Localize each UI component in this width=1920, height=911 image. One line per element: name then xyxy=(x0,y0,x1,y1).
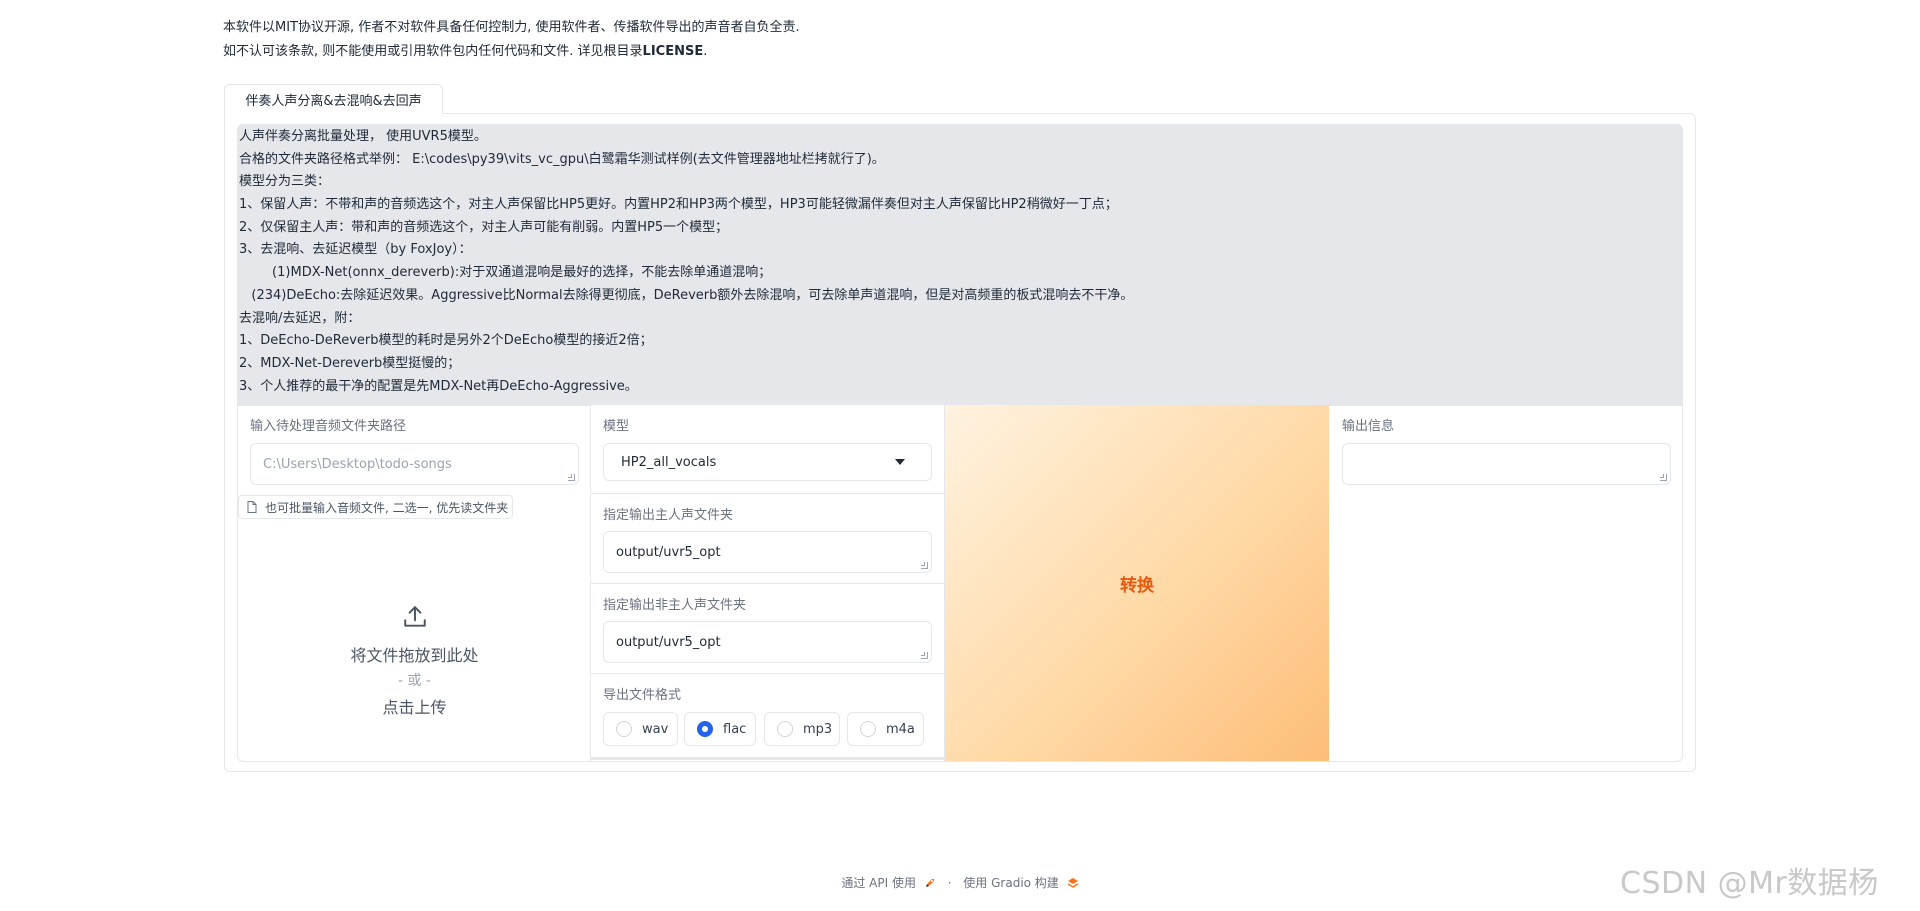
model-label: 模型 xyxy=(603,419,630,434)
resize-handle-icon[interactable] xyxy=(568,474,575,481)
format-label: 导出文件格式 xyxy=(603,688,682,703)
file-icon xyxy=(247,501,257,513)
csdn-watermark: CSDN @Mr数据杨 xyxy=(1620,866,1879,901)
input-dir-placeholder: C:\Users\Desktop\todo-songs xyxy=(263,456,452,472)
format-option-wav[interactable]: wav xyxy=(603,712,678,746)
disclaimer-line-2-end: . xyxy=(703,44,708,59)
info-line: 去混响/去延迟，附： xyxy=(239,310,361,326)
disclaimer: 本软件以MIT协议开源, 作者不对软件具备任何控制力, 使用软件者、传播软件导出… xyxy=(223,16,800,64)
resize-handle-icon[interactable] xyxy=(1660,474,1667,481)
rocket-icon xyxy=(925,878,934,887)
info-line: 1、DeEcho-DeReverb模型的耗时是另外2个DeEcho模型的接近2倍… xyxy=(239,333,653,349)
ins-output-block: 指定输出非主人声文件夹 output/uvr5_opt xyxy=(591,584,944,674)
vocal-output-value: output/uvr5_opt xyxy=(616,544,721,560)
resize-handle-icon[interactable] xyxy=(921,562,928,569)
dropdown-arrow-icon xyxy=(895,459,905,465)
upload-hint-badge: 也可批量输入音频文件, 二选一, 优先读文件夹 xyxy=(238,495,513,519)
ins-output-value: output/uvr5_opt xyxy=(616,634,721,650)
convert-button[interactable]: 转换 xyxy=(945,405,1329,761)
output-info-field[interactable] xyxy=(1342,443,1671,485)
license-text: LICENSE xyxy=(642,44,704,59)
click-upload-text: 点击上传 xyxy=(382,698,447,717)
info-line: 1、保留人声：不带和声的音频选这个，对主人声保留比HP5更好。内置HP2和HP3… xyxy=(239,197,1118,213)
disclaimer-line-2-text: 如不认可该条款, 则不能使用或引用软件包内任何代码和文件. 详见根目录 xyxy=(223,44,643,59)
info-line: 合格的文件夹路径格式举例： E:\codes\py39\vits_vc_gpu\… xyxy=(239,151,885,167)
format-option-label: m4a xyxy=(886,721,915,737)
or-text: - 或 - xyxy=(397,673,431,689)
radio-circle-icon xyxy=(616,721,632,737)
info-line: 3、个人推荐的最干净的配置是先MDX-Net再DeEcho-Aggressive… xyxy=(239,378,638,394)
output-info-column: 输出信息 xyxy=(1330,405,1682,761)
info-line: 3、去混响、去延迟模型（by FoxJoy）： xyxy=(239,242,472,258)
format-option-mp3[interactable]: mp3 xyxy=(764,712,840,746)
gradio-logo-icon xyxy=(1067,877,1079,888)
radio-selected-icon xyxy=(697,721,713,737)
format-option-label: flac xyxy=(723,721,747,737)
info-line: 模型分为三类： xyxy=(239,174,331,190)
format-block: 导出文件格式 wav flac mp3 m4a xyxy=(591,674,944,760)
radio-circle-icon xyxy=(860,721,876,737)
instructions-block: 人声伴奏分离批量处理， 使用UVR5模型。 合格的文件夹路径格式举例： E:\c… xyxy=(237,124,1683,406)
format-option-label: mp3 xyxy=(803,721,833,737)
info-line: (234)DeEcho:去除延迟效果。Aggressive比Normal去除得更… xyxy=(239,287,1134,303)
resize-handle-icon[interactable] xyxy=(921,652,928,659)
output-info-label: 输出信息 xyxy=(1342,419,1395,434)
input-dir-label: 输入待处理音频文件夹路径 xyxy=(250,419,407,434)
drop-text: 将文件拖放到此处 xyxy=(350,646,479,665)
vocal-output-label: 指定输出主人声文件夹 xyxy=(603,508,734,523)
disclaimer-line-1: 本软件以MIT协议开源, 作者不对软件具备任何控制力, 使用软件者、传播软件导出… xyxy=(223,20,800,35)
disclaimer-line-2: 如不认可该条款, 则不能使用或引用软件包内任何代码和文件. 详见根目录LICEN… xyxy=(223,40,800,64)
upload-hint-text: 也可批量输入音频文件, 二选一, 优先读文件夹 xyxy=(265,500,509,515)
upload-icon xyxy=(403,606,426,627)
vocal-output-field[interactable]: output/uvr5_opt xyxy=(603,531,932,573)
info-line: 2、MDX-Net-Dereverb模型挺慢的； xyxy=(239,355,461,371)
model-value: HP2_all_vocals xyxy=(621,454,717,470)
tab-uvr5[interactable]: 伴奏人声分离&去混响&去回声 xyxy=(224,84,443,114)
gradio-link[interactable]: 使用 Gradio 构建 xyxy=(963,876,1059,890)
ins-output-field[interactable]: output/uvr5_opt xyxy=(603,621,932,663)
footer-separator: · xyxy=(947,875,952,890)
api-link[interactable]: 通过 API 使用 xyxy=(841,876,916,890)
format-option-m4a[interactable]: m4a xyxy=(847,712,924,746)
format-option-flac[interactable]: flac xyxy=(684,712,756,746)
vocal-output-block: 指定输出主人声文件夹 output/uvr5_opt xyxy=(591,494,944,584)
info-line: 人声伴奏分离批量处理， 使用UVR5模型。 xyxy=(239,129,487,144)
info-line: (1)MDX-Net(onnx_dereverb):对于双通道混响是最好的选择，… xyxy=(239,265,772,281)
ins-output-label: 指定输出非主人声文件夹 xyxy=(603,598,747,613)
input-dir-field[interactable]: C:\Users\Desktop\todo-songs xyxy=(250,443,579,485)
radio-circle-icon xyxy=(777,721,793,737)
info-line: 2、仅保留主人声：带和声的音频选这个，对主人声可能有削弱。内置HP5一个模型； xyxy=(239,219,729,235)
file-dropzone[interactable]: 将文件拖放到此处 - 或 - 点击上传 xyxy=(238,524,591,761)
model-block: 模型 HP2_all_vocals xyxy=(591,405,944,494)
format-option-label: wav xyxy=(642,721,669,737)
model-dropdown[interactable]: HP2_all_vocals xyxy=(603,443,932,481)
